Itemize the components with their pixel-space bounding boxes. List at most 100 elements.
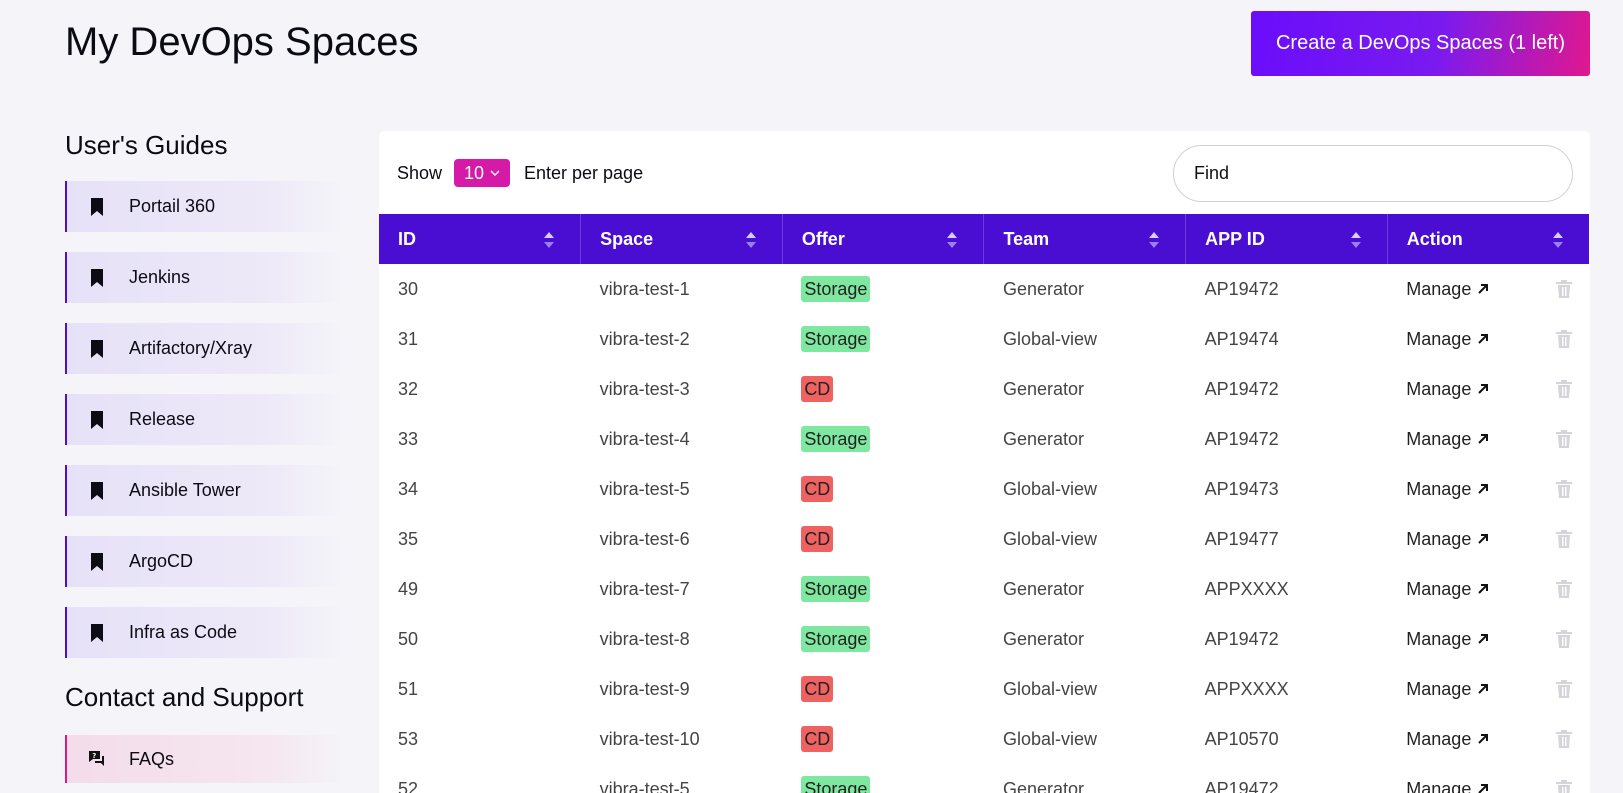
sidebar-item-label: Ansible Tower <box>129 480 241 500</box>
cell-space: vibra-test-1 <box>599 278 690 299</box>
manage-label: Manage <box>1406 778 1472 793</box>
trash-icon[interactable] <box>1555 429 1573 449</box>
trash-icon[interactable] <box>1555 479 1573 499</box>
trash-icon[interactable] <box>1555 729 1573 749</box>
manage-label: Manage <box>1406 428 1472 449</box>
show-label: Show <box>397 163 443 183</box>
column-header-id[interactable]: ID <box>379 214 582 264</box>
table-header-row: ID Space Offer Team APP ID Action <box>379 214 1589 264</box>
sidebar-item-label: Infra as Code <box>129 622 238 642</box>
table-row: 32 vibra-test-3 CD Generator AP19472 Manage <box>379 364 1589 414</box>
sidebar-item-artifactory-xray[interactable]: Artifactory/Xray <box>65 323 350 374</box>
sort-icon[interactable] <box>1552 231 1564 249</box>
manage-link[interactable]: Manage <box>1406 679 1489 700</box>
table-body: 30 vibra-test-1 Storage Generator AP19472 Man… <box>379 264 1589 793</box>
manage-link[interactable]: Manage <box>1406 579 1489 600</box>
sort-icon[interactable] <box>946 231 958 249</box>
trash-icon[interactable] <box>1555 679 1573 699</box>
cell-offer: Storage <box>782 614 984 664</box>
cell-team: Global-view <box>1002 678 1098 699</box>
column-header-label: Action <box>1406 228 1463 249</box>
cell-action: Manage <box>1387 514 1589 564</box>
cell-id: 50 <box>398 628 419 649</box>
cell-space: vibra-test-10 <box>599 728 700 749</box>
trash-icon[interactable] <box>1555 379 1573 399</box>
cell-offer: CD <box>782 514 984 564</box>
manage-link[interactable]: Manage <box>1406 629 1489 650</box>
create-space-button[interactable]: Create a DevOps Spaces (1 left) <box>1251 11 1590 76</box>
sort-icon[interactable] <box>1148 231 1160 249</box>
cell-id: 30 <box>398 278 419 299</box>
sidebar-item-release[interactable]: Release <box>65 394 350 445</box>
sidebar: User's Guides Portail 360 Jenkins Artifact… <box>65 125 350 678</box>
spaces-table: ID Space Offer Team APP ID Action 30 vibra-tes… <box>379 214 1589 793</box>
trash-icon[interactable] <box>1555 529 1573 549</box>
table-row: 35 vibra-test-6 CD Global-view AP19477 Manage <box>379 514 1589 564</box>
column-header-offer[interactable]: Offer <box>782 214 985 264</box>
manage-label: Manage <box>1406 328 1472 349</box>
sort-icon[interactable] <box>745 231 757 249</box>
manage-link[interactable]: Manage <box>1406 329 1489 350</box>
sort-icon[interactable] <box>543 231 555 249</box>
table-row: 50 vibra-test-8 Storage Generator AP19472 Man… <box>379 614 1589 664</box>
cell-offer: Storage <box>782 314 984 364</box>
question-chat-icon: ? <box>87 749 107 769</box>
per-page-select[interactable]: 10 <box>454 159 510 187</box>
sidebar-item-jenkins[interactable]: Jenkins <box>65 252 350 303</box>
cell-space: vibra-test-2 <box>599 328 690 349</box>
cell-id: 49 <box>398 578 419 599</box>
bookmark-icon <box>87 551 107 573</box>
column-header-space[interactable]: Space <box>580 214 783 264</box>
per-page-label: Enter per page <box>524 163 644 183</box>
external-arrow-icon <box>1477 633 1489 645</box>
external-arrow-icon <box>1477 383 1489 395</box>
column-header-action[interactable]: Action <box>1387 214 1589 264</box>
cell-offer: Storage <box>782 414 984 464</box>
cell-space: vibra-test-8 <box>599 628 690 649</box>
cell-offer: Storage <box>782 764 984 793</box>
external-arrow-icon <box>1477 283 1489 295</box>
sort-icon[interactable] <box>1350 231 1362 249</box>
sidebar-item-faqs[interactable]: ? FAQs <box>65 735 350 783</box>
trash-icon[interactable] <box>1555 279 1573 299</box>
manage-link[interactable]: Manage <box>1406 779 1489 793</box>
column-header-label: Team <box>1003 228 1050 249</box>
manage-link[interactable]: Manage <box>1406 729 1489 750</box>
manage-link[interactable]: Manage <box>1406 529 1489 550</box>
offer-badge: CD <box>801 376 834 402</box>
sidebar-item-portail-360[interactable]: Portail 360 <box>65 181 350 232</box>
table-row: 49 vibra-test-7 Storage Generator APPXXXX Man… <box>379 564 1589 614</box>
search-input[interactable] <box>1173 145 1573 202</box>
table-row: 53 vibra-test-10 CD Global-view AP10570 Manag… <box>379 714 1589 764</box>
cell-team: Global-view <box>1002 728 1098 749</box>
cell-app-id: AP19472 <box>1204 378 1279 399</box>
cell-action: Manage <box>1387 564 1589 614</box>
cell-space: vibra-test-5 <box>599 778 690 793</box>
bookmark-icon <box>87 267 107 289</box>
sidebar-item-ansible-tower[interactable]: Ansible Tower <box>65 465 350 516</box>
sidebar-item-infra-as-code[interactable]: Infra as Code <box>65 607 350 658</box>
cell-id: 31 <box>398 328 419 349</box>
manage-link[interactable]: Manage <box>1406 479 1489 500</box>
manage-link[interactable]: Manage <box>1406 379 1489 400</box>
chevron-down-icon <box>490 168 500 178</box>
cell-offer: CD <box>782 714 984 764</box>
column-header-team[interactable]: Team <box>983 214 1187 264</box>
manage-link[interactable]: Manage <box>1406 429 1489 450</box>
manage-label: Manage <box>1406 378 1472 399</box>
cell-app-id: AP10570 <box>1204 728 1279 749</box>
cell-offer: CD <box>782 464 984 514</box>
manage-link[interactable]: Manage <box>1406 279 1489 300</box>
column-header-app-id[interactable]: APP ID <box>1185 214 1388 264</box>
sidebar-item-argocd[interactable]: ArgoCD <box>65 536 350 587</box>
trash-icon[interactable] <box>1555 329 1573 349</box>
cell-id: 34 <box>398 478 419 499</box>
bookmark-icon <box>87 480 107 502</box>
external-arrow-icon <box>1477 733 1489 745</box>
page-title: My DevOps Spaces <box>65 20 419 64</box>
trash-icon[interactable] <box>1555 579 1573 599</box>
trash-icon[interactable] <box>1555 629 1573 649</box>
trash-icon[interactable] <box>1555 779 1573 793</box>
table-toolbar: Show 10 Enter per page <box>379 131 1590 214</box>
cell-team: Generator <box>1002 428 1085 449</box>
